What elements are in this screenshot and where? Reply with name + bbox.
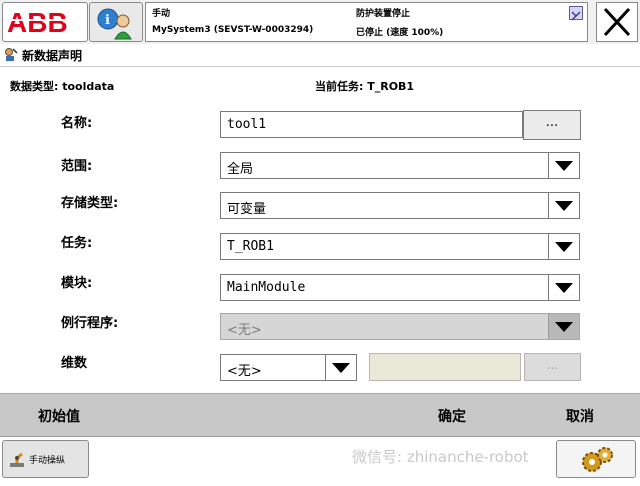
chevron-down-icon bbox=[555, 283, 573, 293]
routine-dropdown-button bbox=[548, 314, 579, 339]
scope-value: 全局 bbox=[227, 162, 254, 177]
abb-logo-text: ABB bbox=[7, 7, 68, 37]
chevron-down-icon bbox=[555, 322, 573, 332]
module-dropdown-button[interactable] bbox=[548, 275, 579, 300]
initial-value-button[interactable]: 初始值 bbox=[38, 406, 80, 426]
chevron-down-icon bbox=[555, 201, 573, 211]
watermark: 微信号: zhinanche-robot bbox=[352, 448, 529, 466]
dimension-browse-button: ... bbox=[524, 353, 581, 381]
status-flag-icon bbox=[569, 6, 583, 21]
module-value: MainModule bbox=[227, 280, 306, 295]
abb-logo[interactable]: ABB bbox=[2, 2, 88, 42]
action-bar: 初始值 确定 取消 bbox=[0, 393, 640, 436]
name-value: tool1 bbox=[227, 117, 267, 132]
task-dropdown[interactable]: T_ROB1 bbox=[220, 233, 580, 260]
ok-button[interactable]: 确定 bbox=[438, 406, 466, 426]
storage-type-dropdown-button[interactable] bbox=[548, 193, 579, 218]
abb-logo-mark: ABB bbox=[7, 7, 83, 37]
module-label: 模块: bbox=[61, 276, 93, 291]
close-button[interactable] bbox=[596, 2, 638, 42]
dimension-dropdown[interactable]: <无> bbox=[220, 354, 357, 381]
jogging-label: 手动操纵 bbox=[29, 456, 66, 466]
quickset-button[interactable] bbox=[556, 440, 636, 478]
status-panel[interactable]: 手动 MySystem3 (SEVST-W-0003294) 防护装置停止 已停… bbox=[145, 2, 588, 42]
gear-icon bbox=[582, 447, 613, 472]
chevron-down-icon bbox=[555, 242, 573, 252]
user-info-icon: i bbox=[97, 8, 132, 40]
module-dropdown[interactable]: MainModule bbox=[220, 274, 580, 301]
page-header: 新数据声明 bbox=[0, 44, 640, 67]
taskbar bbox=[0, 436, 640, 486]
name-browse-button[interactable]: ... bbox=[523, 110, 581, 140]
routine-dropdown: <无> bbox=[220, 313, 580, 340]
routine-label: 例行程序: bbox=[61, 316, 119, 331]
jogging-button[interactable]: 手动操纵 bbox=[2, 440, 89, 478]
task-value: T_ROB1 bbox=[227, 239, 274, 254]
guard-status: 防护装置停止 bbox=[356, 9, 411, 19]
storage-type-value: 可变量 bbox=[227, 202, 267, 217]
name-label: 名称: bbox=[61, 116, 93, 131]
task-dropdown-button[interactable] bbox=[548, 234, 579, 259]
page-title: 新数据声明 bbox=[22, 49, 83, 63]
dimension-size-input bbox=[369, 353, 521, 381]
current-task-info: 当前任务: T_ROB1 bbox=[315, 80, 415, 93]
data-type-info: 数据类型: tooldata bbox=[10, 80, 115, 93]
operating-mode: 手动 bbox=[152, 9, 171, 19]
robot-arm-icon bbox=[10, 452, 24, 467]
scope-dropdown[interactable]: 全局 bbox=[220, 152, 580, 179]
dimension-dropdown-button[interactable] bbox=[325, 355, 356, 380]
chevron-down-icon bbox=[332, 363, 350, 373]
dimension-value: <无> bbox=[227, 364, 262, 379]
data-declaration-icon bbox=[5, 48, 18, 61]
task-label: 任务: bbox=[61, 236, 93, 251]
dimension-label: 维数 bbox=[61, 356, 88, 371]
system-name: MySystem3 (SEVST-W-0003294) bbox=[152, 25, 314, 35]
storage-type-label: 存储类型: bbox=[61, 196, 119, 211]
chevron-down-icon bbox=[555, 161, 573, 171]
top-bar: ABB i 手动 MySystem3 (SEVST-W-0003294) 防护装… bbox=[0, 0, 640, 45]
close-icon bbox=[603, 7, 631, 37]
svg-text:i: i bbox=[105, 13, 110, 28]
routine-value: <无> bbox=[227, 323, 262, 338]
name-field[interactable]: tool1 bbox=[220, 111, 523, 138]
cancel-button[interactable]: 取消 bbox=[566, 406, 594, 426]
run-status: 已停止 (速度 100%) bbox=[356, 28, 444, 38]
storage-type-dropdown[interactable]: 可变量 bbox=[220, 192, 580, 219]
scope-label: 范围: bbox=[61, 159, 93, 174]
scope-dropdown-button[interactable] bbox=[548, 153, 579, 178]
info-button[interactable]: i bbox=[89, 2, 143, 42]
